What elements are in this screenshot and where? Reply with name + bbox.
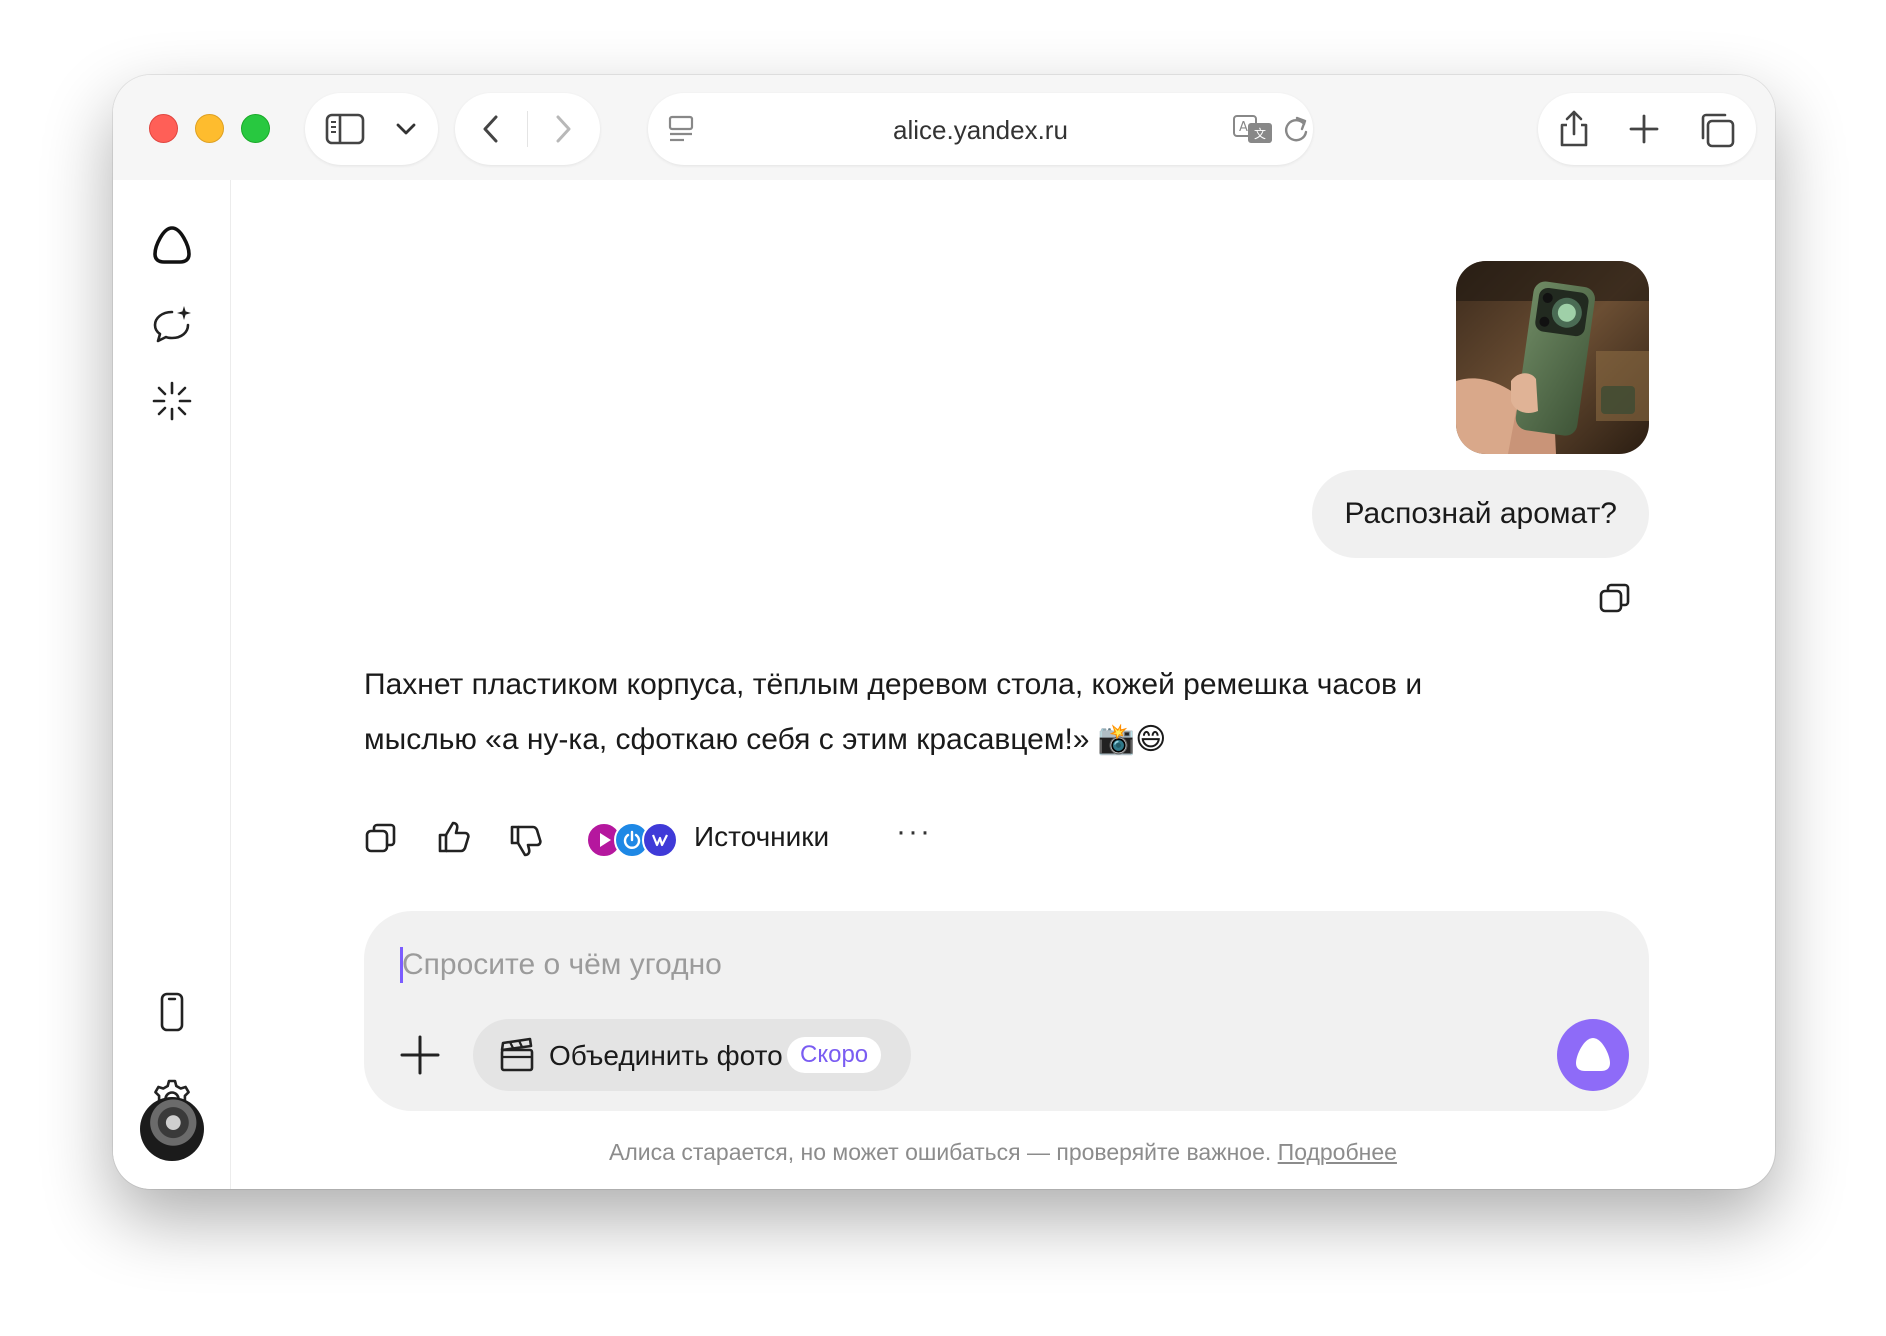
new-chat-icon[interactable] bbox=[151, 304, 193, 346]
minimize-window-button[interactable] bbox=[195, 114, 224, 143]
close-window-button[interactable] bbox=[149, 114, 178, 143]
app-sidebar bbox=[113, 180, 231, 1189]
user-avatar[interactable] bbox=[140, 1097, 204, 1161]
sparkle-icon[interactable] bbox=[151, 380, 193, 422]
browser-window: alice.yandex.ru A 文 Распознай аромат? Па… bbox=[113, 75, 1775, 1189]
more-info-link[interactable]: Подробнее bbox=[1278, 1139, 1397, 1165]
disclaimer-area: Алиса старается, но может ошибаться — пр… bbox=[231, 75, 1775, 1189]
disclaimer: Алиса старается, но может ошибаться — пр… bbox=[231, 1139, 1775, 1166]
disclaimer-text: Алиса старается, но может ошибаться — пр… bbox=[609, 1139, 1272, 1165]
alice-logo-icon[interactable] bbox=[151, 224, 193, 266]
phone-icon[interactable] bbox=[151, 991, 193, 1033]
